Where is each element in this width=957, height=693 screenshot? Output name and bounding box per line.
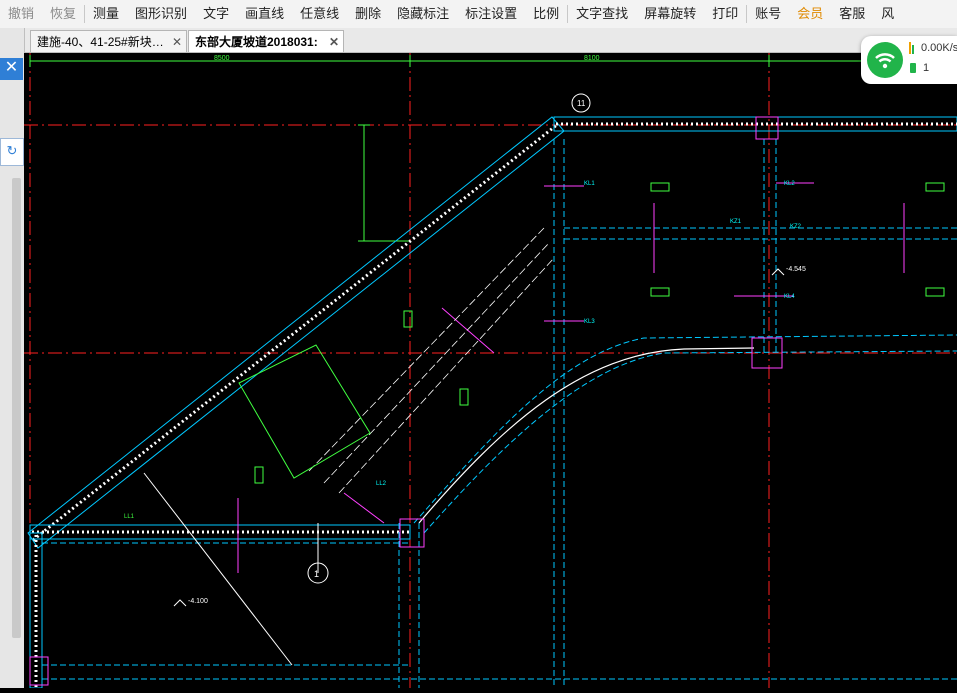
toolbar-button-0[interactable]: 撤销: [0, 0, 42, 28]
toolbar-button-17[interactable]: 风: [873, 0, 902, 28]
beam-label: KL3: [584, 319, 595, 325]
columns: [29, 116, 783, 686]
tab-bar: 建施-40、41-25#新块… ✕ 东部大厦坡道2018031: ✕: [0, 28, 957, 53]
diagonal-beams: [308, 227, 555, 494]
close-icon[interactable]: ✕: [172, 31, 182, 52]
left-panel: ✕ ↻: [0, 28, 25, 688]
connection-count: 1: [923, 62, 930, 74]
toolbar-button-11[interactable]: 文字查找: [568, 0, 636, 28]
beam-label: KZ2: [790, 224, 802, 230]
axis-bubble-label: 11: [577, 99, 586, 108]
toolbar-button-10[interactable]: 比例: [525, 0, 567, 28]
main-toolbar: 撤销 恢复 测量 图形识别 文字 画直线 任意线 删除 隐藏标注 标注设置 比例 文字查找 屏幕旋转 打印…: [0, 0, 957, 29]
wifi-icon: [867, 42, 903, 78]
cad-drawing: 8500 8100 11 1 -4.545 -4.100 KL1 KL2 KL3…: [24, 53, 957, 689]
beam-label: KL4: [784, 294, 795, 300]
close-icon[interactable]: ✕: [329, 31, 339, 52]
dimension-box: [238, 344, 371, 479]
network-speed: 0.00K/s: [921, 42, 957, 54]
toolbar-button-14[interactable]: 账号: [747, 0, 789, 28]
vertical-dimension: [358, 124, 410, 242]
beam-label: LL1: [124, 514, 135, 520]
refresh-icon[interactable]: ↻: [0, 138, 24, 166]
top-dimension: [29, 55, 957, 67]
close-icon[interactable]: ✕: [0, 58, 23, 80]
toolbar-button-13[interactable]: 打印: [704, 0, 746, 28]
drawing-canvas[interactable]: 8500 8100 11 1 -4.545 -4.100 KL1 KL2 KL3…: [24, 53, 957, 689]
toolbar-button-8[interactable]: 隐藏标注: [389, 0, 457, 28]
toolbar-button-15[interactable]: 会员: [789, 0, 831, 28]
tab-label: 东部大厦坡道2018031:: [195, 35, 318, 49]
elevation-markers: [173, 268, 785, 607]
toolbar-button-4[interactable]: 文字: [195, 0, 237, 28]
tab-drawing-1[interactable]: 建施-40、41-25#新块… ✕: [30, 30, 187, 52]
toolbar-button-16[interactable]: 客服: [831, 0, 873, 28]
diagonal-wall: [27, 116, 565, 549]
section-line: [143, 472, 293, 666]
tab-label: 建施-40、41-25#新块…: [37, 35, 164, 49]
tab-drawing-2[interactable]: 东部大厦坡道2018031: ✕: [188, 30, 344, 52]
axis-bubble-label: 1: [314, 569, 319, 579]
network-monitor[interactable]: 0.00K/s 1: [861, 36, 957, 84]
toolbar-button-7[interactable]: 删除: [347, 0, 389, 28]
dim-label-1: 8500: [214, 55, 230, 62]
beam-tags: KL1 KL2 KL3 KL4 KZ1 KZ2 LL1 LL2: [124, 181, 945, 520]
beam-label: KL2: [784, 181, 795, 187]
elevation-label: -4.100: [188, 598, 208, 605]
beam-label: KZ1: [730, 219, 742, 225]
toolbar-button-6[interactable]: 任意线: [292, 0, 347, 28]
toolbar-button-3[interactable]: 图形识别: [127, 0, 195, 28]
axis-lines: [24, 53, 957, 688]
battery-icon: [910, 63, 916, 73]
panel-scrollbar[interactable]: [12, 178, 21, 638]
elevation-label: -4.545: [786, 266, 806, 273]
toolbar-button-5[interactable]: 画直线: [237, 0, 292, 28]
ramp-edge: [418, 347, 755, 524]
traffic-arrows-icon: [909, 42, 914, 54]
beam-label: KL1: [584, 181, 595, 187]
bottom-wall: [29, 524, 411, 689]
toolbar-button-2[interactable]: 测量: [85, 0, 127, 28]
annotation-ticks: [237, 182, 905, 573]
toolbar-button-12[interactable]: 屏幕旋转: [636, 0, 704, 28]
toolbar-button-1[interactable]: 恢复: [42, 0, 84, 28]
toolbar-button-9[interactable]: 标注设置: [457, 0, 525, 28]
dim-label-2: 8100: [584, 55, 600, 62]
beam-label: LL2: [376, 481, 387, 487]
